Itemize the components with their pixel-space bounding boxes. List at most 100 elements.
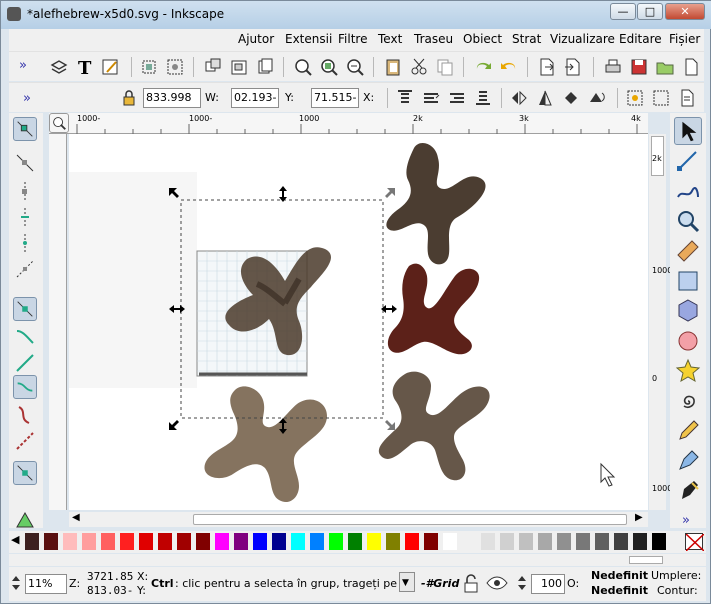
snap-toggle-icon[interactable] [625,88,645,108]
layer-lock-icon[interactable] [461,571,481,595]
no-paint-swatch[interactable] [685,533,705,552]
zoom-tool-icon[interactable] [674,207,702,235]
node-symmetric-icon[interactable] [13,351,37,375]
rotate-ccw-icon[interactable] [561,88,581,108]
xml-editor-icon[interactable] [101,57,121,77]
menu-strat[interactable]: Strat [512,32,541,46]
w-value-field[interactable]: 02.193- [231,88,279,108]
palette-swatch[interactable] [272,533,286,550]
palette-swatch[interactable] [462,533,476,550]
palette-swatch[interactable] [291,533,305,550]
undo-icon[interactable] [499,57,519,77]
menu-editare[interactable]: Editare [619,32,662,46]
palette-swatch[interactable] [82,533,96,550]
horizontal-scrollbar[interactable]: ◀ ▶ [69,512,648,527]
lower-icon[interactable] [447,88,467,108]
palette-left-icon[interactable]: ◀ [11,533,19,546]
palette-swatch[interactable] [367,533,381,550]
node-smooth-icon[interactable] [13,325,37,349]
scroll-left-icon[interactable]: ◀ [72,512,80,523]
join-nodes-icon[interactable] [13,179,37,203]
minimize-button[interactable]: — [610,3,636,20]
palette-swatch[interactable] [386,533,400,550]
pen-tool-icon[interactable] [674,447,702,475]
palette-swatch[interactable] [405,533,419,550]
menu-ajutor[interactable]: Ajutor [238,32,274,46]
selector-tool-icon[interactable] [674,117,702,145]
open-icon[interactable] [655,57,675,77]
flip-horizontal-icon[interactable] [509,88,529,108]
print-icon[interactable] [603,57,623,77]
lower-to-bottom-icon[interactable] [473,88,493,108]
node-auto-icon[interactable] [13,375,37,399]
palette-swatch[interactable] [253,533,267,550]
palette-swatch[interactable] [63,533,77,550]
palette-swatch[interactable] [557,533,571,550]
palette-swatch[interactable] [443,533,457,550]
palette-swatch[interactable] [576,533,590,550]
vertical-scrollbar[interactable]: 2k 1000 0 1000 [649,134,672,510]
segment-line-icon[interactable] [13,403,37,427]
node-cusp-icon[interactable] [13,297,37,321]
layer-visibility-icon[interactable] [485,571,509,595]
close-button[interactable]: ✕ [665,3,705,20]
redo-icon[interactable] [473,57,493,77]
palette-swatch[interactable] [101,533,115,550]
join-segment-icon[interactable] [13,231,37,255]
x-value-field[interactable]: 833.998 [143,88,201,108]
palette-swatch[interactable] [424,533,438,550]
node-tool-icon[interactable] [674,147,702,175]
palette-swatch[interactable] [234,533,248,550]
palette-swatch[interactable] [329,533,343,550]
palette-swatch[interactable] [215,533,229,550]
menu-filtre[interactable]: Filtre [338,32,367,46]
rectangle-tool-icon[interactable] [674,267,702,295]
palette-swatch[interactable] [633,533,647,550]
raise-icon[interactable] [421,88,441,108]
align-icon[interactable] [139,57,159,77]
measure-tool-icon[interactable] [674,237,702,265]
palette-swatch[interactable] [652,533,666,550]
paste-icon[interactable] [383,57,403,77]
palette-swatch[interactable] [120,533,134,550]
palette-swatch[interactable] [44,533,58,550]
scroll-right-icon[interactable]: ▶ [635,512,643,523]
spiral-tool-icon[interactable] [674,387,702,415]
layers-icon[interactable] [49,57,69,77]
calligraphy-tool-icon[interactable] [674,477,702,505]
palette-swatch[interactable] [595,533,609,550]
delete-segment-icon[interactable] [13,257,37,281]
opacity-field[interactable]: 100 [531,574,565,594]
palette-swatch[interactable] [348,533,362,550]
menu-fisier[interactable]: Fișier [669,32,700,46]
clone-icon[interactable] [255,57,275,77]
pencil-tool-icon[interactable] [674,417,702,445]
tweak-tool-icon[interactable] [674,177,702,205]
menu-traseu[interactable]: Traseu [414,32,453,46]
new-document-icon[interactable] [681,57,701,77]
maximize-button[interactable]: □ [637,3,663,20]
menu-vizualizare[interactable]: Vizualizare [550,32,615,46]
palette-swatch[interactable] [519,533,533,550]
zoom-selection-icon[interactable] [345,57,365,77]
transform-icon[interactable] [165,57,185,77]
import-icon[interactable] [563,57,583,77]
palette-swatch[interactable] [614,533,628,550]
status-arrows-icon[interactable] [9,574,23,592]
cut-icon[interactable] [409,57,429,77]
delete-node-icon[interactable] [13,151,37,175]
toolbox-overflow-icon[interactable]: » [682,513,690,528]
menu-extensii[interactable]: Extensii [285,32,332,46]
show-handles-icon[interactable] [13,461,37,485]
horizontal-scroll-thumb[interactable] [193,514,627,525]
layer-name[interactable]: -#Grid [421,577,459,590]
palette-scroll-thumb[interactable] [629,556,663,564]
palette-swatch[interactable] [500,533,514,550]
rotate-cw-icon[interactable] [587,88,607,108]
drawing-canvas[interactable] [69,134,648,510]
palette-swatch[interactable] [177,533,191,550]
toolbar-overflow-icon[interactable]: » [19,58,27,73]
palette-swatch[interactable] [25,533,39,550]
insert-node-icon[interactable] [13,117,37,141]
star-tool-icon[interactable] [674,357,702,385]
